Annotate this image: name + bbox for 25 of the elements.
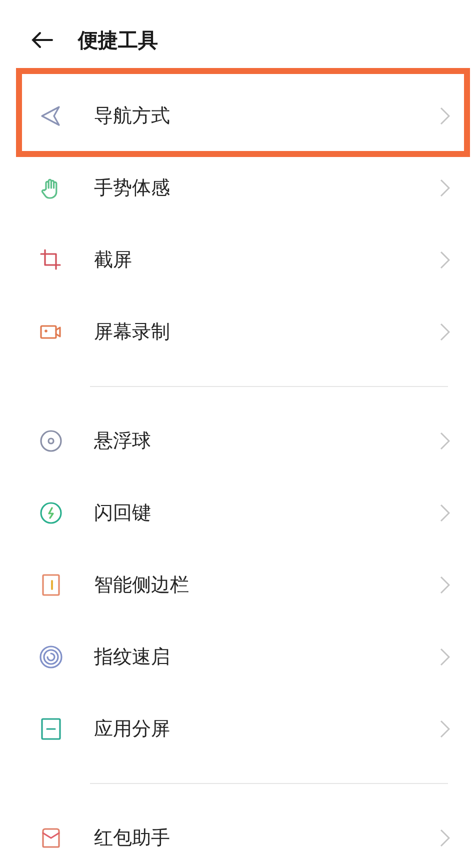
chevron-right-icon	[440, 576, 450, 594]
menu-item[interactable]: 智能侧边栏	[94, 572, 440, 598]
chevron-right-icon	[440, 179, 450, 197]
chevron-right-icon	[440, 323, 450, 341]
menu-item[interactable]: 导航方式	[94, 103, 440, 129]
menu-item[interactable]: 指纹速启	[94, 644, 440, 670]
chevron-right-icon	[440, 251, 450, 269]
menu-item[interactable]: 手势体感	[94, 175, 440, 201]
lightning-icon	[38, 500, 64, 526]
chevron-right-icon	[440, 432, 450, 450]
concentric-circles-icon	[38, 644, 64, 670]
menu-item[interactable]: 红包助手	[94, 825, 440, 851]
chevron-right-icon	[440, 648, 450, 666]
menu-item[interactable]: 应用分屏	[94, 716, 440, 742]
circle-dot-icon	[38, 428, 64, 454]
chevron-right-icon	[440, 107, 450, 125]
page-title: 便捷工具	[78, 26, 158, 54]
menu-item[interactable]: 闪回键	[94, 500, 440, 526]
chevron-right-icon	[440, 504, 450, 522]
menu-item[interactable]: 屏幕录制	[94, 319, 440, 345]
menu-item[interactable]: 悬浮球	[94, 428, 440, 454]
chevron-right-icon	[440, 720, 450, 738]
split-screen-icon	[38, 716, 64, 742]
menu-item[interactable]: 截屏	[94, 247, 440, 273]
chevron-right-icon	[440, 829, 450, 847]
